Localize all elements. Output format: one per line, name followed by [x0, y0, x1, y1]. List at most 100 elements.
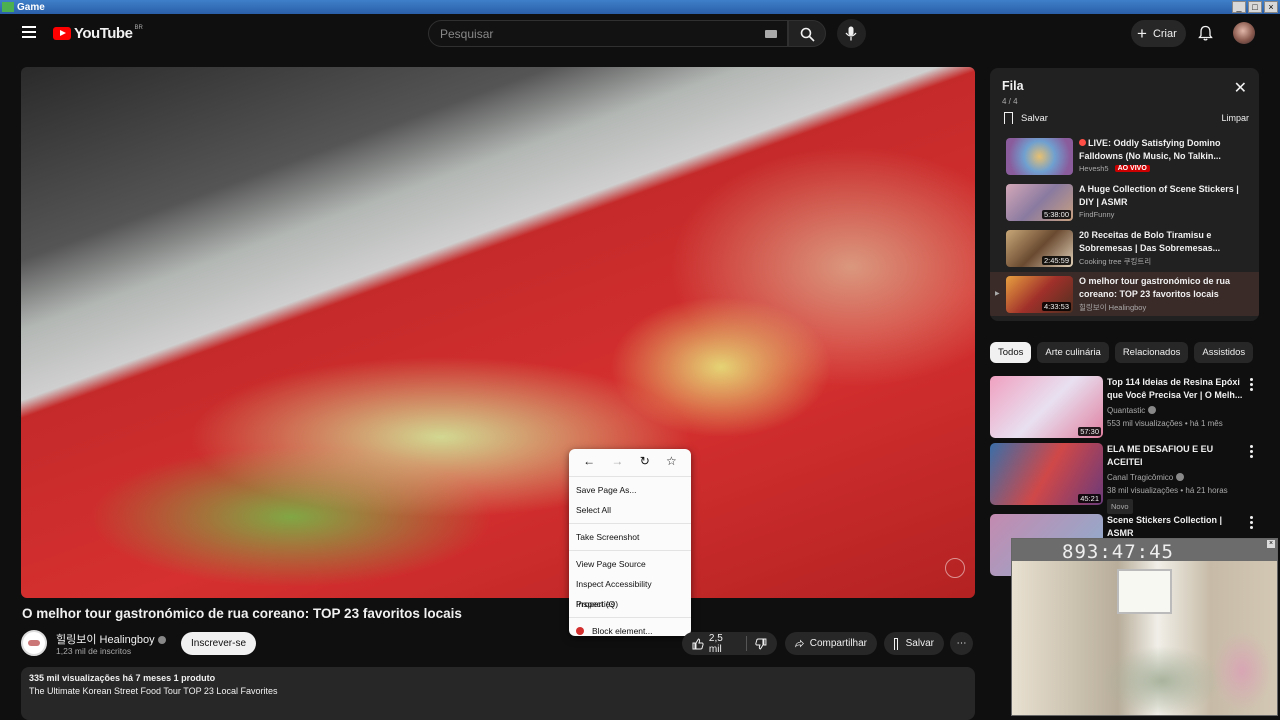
queue-item[interactable]: LIVE: Oddly Satisfying Domino Falldowns …	[990, 134, 1259, 178]
recommendation-title: Top 114 Ideias de Resina Epóxi que Você …	[1107, 377, 1243, 400]
recommendation-channel: Quantastic	[1107, 406, 1146, 415]
close-icon[interactable]: ✕	[1234, 81, 1247, 97]
live-badge: AO VIVO	[1114, 165, 1150, 172]
live-icon	[1079, 139, 1086, 146]
save-bookmark-icon	[894, 637, 898, 650]
menu-block-label: Block element...	[592, 626, 653, 636]
more-vertical-icon[interactable]	[1250, 516, 1254, 531]
menu-inspect[interactable]: Inspect (Q)	[569, 594, 691, 614]
view-count-meta: 335 mil visualizações há 7 meses 1 produ…	[29, 673, 216, 683]
more-actions-button[interactable]: ⋯	[950, 632, 973, 655]
queue-item-channel: Cooking tree 쿠킹트리	[1079, 257, 1152, 266]
queue-item-current[interactable]: ▶ 4:33:53 O melhor tour gastronómico de …	[990, 272, 1259, 316]
duration-badge: 2:45:59	[1041, 256, 1071, 265]
queue-thumbnail: 2:45:59	[1006, 230, 1073, 267]
duration-badge: 4:33:53	[1041, 302, 1071, 311]
chip-todos[interactable]: Todos	[990, 342, 1032, 363]
context-menu: ← → ↻ ☆ Save Page As... Select All Take …	[569, 449, 691, 636]
recommendation-item[interactable]: 45:21 ELA ME DESAFIOU E EU ACEITEI Canal…	[990, 443, 1260, 514]
queue-item-channel: FindFunny	[1079, 210, 1115, 219]
share-button[interactable]: Compartilhar	[785, 632, 877, 655]
queue-item-title: LIVE: Oddly Satisfying Domino Falldowns …	[1079, 138, 1221, 161]
youtube-logo[interactable]: YouTube BR	[53, 25, 143, 42]
queue-panel: Fila 4 / 4 ✕ Salvar Limpar LIVE: Oddly S…	[990, 68, 1259, 321]
menu-block-element[interactable]: Block element...	[569, 621, 691, 641]
maximize-button[interactable]: □	[1248, 1, 1262, 13]
keyboard-icon[interactable]	[765, 30, 777, 38]
menu-save-page-as[interactable]: Save Page As...	[569, 480, 691, 500]
queue-position: 4 / 4	[1002, 97, 1018, 106]
now-playing-icon: ▶	[995, 291, 1000, 297]
like-count[interactable]: 2,5 mil	[709, 633, 738, 655]
menu-view-page-source[interactable]: View Page Source	[569, 554, 691, 574]
webcam-title-bar: × 893:47:45	[1012, 539, 1277, 563]
recommendation-thumbnail: 57:30	[990, 376, 1103, 438]
queue-save-button[interactable]: Salvar	[1004, 112, 1048, 124]
channel-avatar[interactable]	[21, 630, 47, 656]
thumbs-up-icon[interactable]	[692, 638, 704, 650]
recommendation-channel: Canal Tragicômico	[1107, 473, 1174, 482]
queue-title: Fila	[1002, 79, 1024, 93]
search-button[interactable]	[788, 20, 826, 47]
ublock-icon	[576, 627, 584, 635]
verified-icon	[157, 636, 166, 644]
menu-take-screenshot[interactable]: Take Screenshot	[569, 527, 691, 547]
forward-arrow-icon[interactable]: →	[611, 454, 623, 468]
minimize-button[interactable]: _	[1232, 1, 1246, 13]
queue-item[interactable]: 2:45:59 20 Receitas de Bolo Tiramisu e S…	[990, 226, 1259, 270]
bookmark-icon	[1004, 112, 1013, 124]
queue-item[interactable]: 5:38:00 A Huge Collection of Scene Stick…	[990, 180, 1259, 224]
close-window-button[interactable]: ×	[1264, 1, 1278, 13]
logo-text: YouTube	[74, 25, 133, 42]
verified-icon	[1176, 473, 1185, 481]
new-badge: Novo	[1107, 499, 1133, 514]
room-window	[1117, 569, 1172, 614]
account-avatar[interactable]	[1233, 22, 1255, 44]
recommendation-title: Scene Stickers Collection | ASMR	[1107, 515, 1223, 538]
queue-thumbnail: 5:38:00	[1006, 184, 1073, 221]
recommendation-item[interactable]: 57:30 Top 114 Ideias de Resina Epóxi que…	[990, 376, 1260, 440]
queue-thumbnail	[1006, 138, 1073, 175]
plus-icon: +	[1137, 23, 1147, 43]
menu-icon[interactable]	[22, 26, 36, 38]
queue-thumbnail: 4:33:53	[1006, 276, 1073, 313]
duration-badge: 45:21	[1078, 494, 1101, 503]
queue-item-title: 20 Receitas de Bolo Tiramisu e Sobremesa…	[1079, 230, 1221, 253]
description-text: The Ultimate Korean Street Food Tour TOP…	[29, 686, 278, 696]
menu-inspect-accessibility[interactable]: Inspect Accessibility Properties	[569, 574, 691, 609]
channel-watermark-icon	[945, 558, 965, 578]
queue-item-channel: 힐링보이 Healingboy	[1079, 303, 1147, 312]
like-dislike-group: 2,5 mil	[682, 632, 777, 655]
search-input[interactable]	[440, 27, 740, 41]
share-icon	[795, 639, 804, 648]
channel-name[interactable]: 힐링보이 Healingboy	[56, 631, 166, 647]
reload-icon[interactable]: ↻	[640, 454, 650, 468]
notifications-bell-icon[interactable]	[1198, 25, 1213, 41]
chip-relacionados[interactable]: Relacionados	[1114, 342, 1189, 363]
menu-select-all[interactable]: Select All	[569, 500, 691, 520]
chip-arte-culinaria[interactable]: Arte culinária	[1037, 342, 1109, 363]
back-arrow-icon[interactable]: ←	[583, 454, 595, 468]
subscriber-count: 1,23 mil de inscritos	[56, 646, 132, 656]
thumbs-down-icon[interactable]	[755, 638, 767, 650]
chip-assistidos[interactable]: Assistidos	[1194, 342, 1254, 363]
subscribe-button[interactable]: Inscrever-se	[181, 632, 256, 655]
verified-icon	[1148, 406, 1157, 414]
window-title: Game	[17, 1, 45, 13]
queue-item-title: O melhor tour gastronómico de rua corean…	[1079, 276, 1231, 299]
region-code: BR	[134, 24, 143, 31]
more-vertical-icon[interactable]	[1250, 445, 1254, 460]
bookmark-star-icon[interactable]: ☆	[666, 454, 677, 468]
create-button[interactable]: + Criar	[1131, 20, 1186, 47]
webcam-close-icon[interactable]: ×	[1267, 540, 1275, 548]
queue-item-title: A Huge Collection of Scene Stickers | DI…	[1079, 184, 1239, 207]
youtube-play-icon	[53, 27, 71, 40]
context-nav: ← → ↻ ☆	[569, 449, 691, 473]
voice-search-button[interactable]	[837, 19, 866, 48]
save-button[interactable]: Salvar	[884, 632, 944, 655]
more-vertical-icon[interactable]	[1250, 378, 1254, 393]
description-box[interactable]: 335 mil visualizações há 7 meses 1 produ…	[21, 667, 975, 720]
video-player[interactable]	[21, 67, 975, 598]
queue-clear-button[interactable]: Limpar	[1221, 113, 1249, 123]
webcam-overlay[interactable]: × 893:47:45	[1011, 538, 1278, 716]
